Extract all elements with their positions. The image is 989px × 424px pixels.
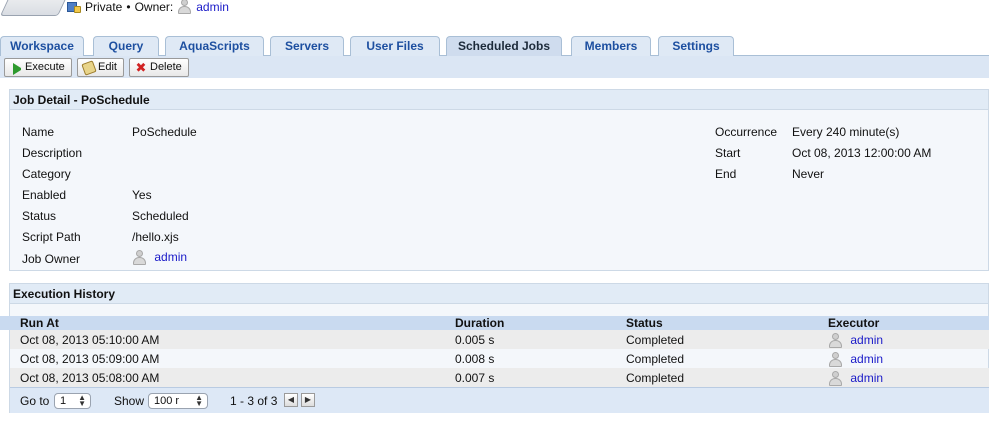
column-header-duration[interactable]: Duration [455,316,504,331]
field-label-start: Start [715,146,741,160]
tab-workspace[interactable]: Workspace [0,36,84,56]
chevron-left-icon: ◀ [287,395,295,404]
user-icon [177,0,192,14]
user-icon [132,250,147,266]
history-table-header: Run At Duration Status Executor [0,316,989,330]
goto-label: Go to [20,394,50,408]
field-label-occurrence: Occurrence [715,125,778,139]
cell-executor: admin [828,330,883,350]
field-label-enabled: Enabled [22,188,67,202]
execute-button-label: Execute [25,61,65,73]
field-value-script-path: /hello.xjs [132,230,179,244]
page-size-select[interactable]: 100 r ▲ ▼ [148,393,208,409]
page-range: 1 - 3 of 3 [230,394,278,408]
cell-run-at: Oct 08, 2013 05:09:00 AM [20,352,160,366]
tab-query[interactable]: Query [93,36,159,56]
top-strip: Private • Owner: admin [0,0,989,22]
table-row[interactable]: Oct 08, 2013 05:08:00 AM 0.007 s Complet… [10,368,989,387]
pager-footer: Go to 1 ▲ ▼ Show 100 r ▲ ▼ 1 - 3 of 3 ◀ ▶ [10,387,989,413]
cell-executor: admin [828,368,883,388]
execute-button[interactable]: Execute [4,58,72,77]
tab-user-files[interactable]: User Files [350,36,440,56]
field-value-occurrence: Every 240 minute(s) [792,125,900,139]
toolbar: Execute Edit ✖ Delete [0,56,989,78]
stepper-arrows-icon: ▲ ▼ [78,393,86,408]
delete-icon: ✖ [135,60,147,75]
delete-button[interactable]: ✖ Delete [129,58,189,77]
cell-run-at: Oct 08, 2013 05:08:00 AM [20,371,160,385]
table-row[interactable]: Oct 08, 2013 05:10:00 AM 0.005 s Complet… [10,330,989,349]
page-size-value: 100 r [154,395,180,407]
cell-status: Completed [626,333,685,347]
chevron-right-icon: ▶ [304,395,312,404]
user-icon [828,333,843,349]
owner-line: Private • Owner: admin [67,0,229,14]
tab-bar: Workspace Query AquaScripts Servers User… [0,34,989,56]
field-label-description: Description [22,146,83,160]
edit-button[interactable]: Edit [77,58,124,77]
private-lock-icon [67,1,81,13]
executor-link[interactable]: admin [850,352,883,366]
delete-button-label: Delete [150,61,182,73]
cell-duration: 0.008 s [455,352,495,366]
goto-page-select[interactable]: 1 ▲ ▼ [54,393,91,409]
execution-history-title: Execution History [10,284,988,304]
owner-link[interactable]: admin [196,0,229,14]
job-detail-title: Job Detail - PoSchedule [10,90,988,110]
user-icon [828,352,843,368]
field-value-start: Oct 08, 2013 12:00:00 AM [792,146,932,160]
cell-status: Completed [626,371,685,385]
table-row[interactable]: Oct 08, 2013 05:09:00 AM 0.008 s Complet… [10,349,989,368]
field-value-name: PoSchedule [132,125,197,139]
play-icon [13,63,25,75]
cell-duration: 0.005 s [455,333,495,347]
field-value-enabled: Yes [132,188,152,202]
tab-scheduled-jobs[interactable]: Scheduled Jobs [446,36,562,56]
edit-button-label: Edit [98,61,117,73]
field-value-status: Scheduled [132,209,189,223]
job-owner-link[interactable]: admin [154,250,187,264]
visibility-label: Private [85,0,123,14]
show-label: Show [114,394,145,408]
cell-status: Completed [626,352,685,366]
cell-run-at: Oct 08, 2013 05:10:00 AM [20,333,160,347]
next-page-button[interactable]: ▶ [301,393,315,407]
field-label-end: End [715,167,737,181]
tab-members[interactable]: Members [571,36,651,56]
executor-link[interactable]: admin [850,333,883,347]
folder-icon [0,0,72,16]
field-label-script-path: Script Path [22,230,81,244]
cell-duration: 0.007 s [455,371,495,385]
field-label-name: Name [22,125,55,139]
tab-servers[interactable]: Servers [270,36,344,56]
column-header-run-at[interactable]: Run At [20,316,59,331]
user-icon [828,371,843,387]
job-owner-value: admin [132,250,187,266]
field-label-job-owner: Job Owner [22,252,81,266]
stepper-arrows-icon: ▲ ▼ [195,393,203,408]
field-label-category: Category [22,167,71,181]
pencil-icon [81,60,97,76]
bullet-separator: • [126,0,131,14]
tab-settings[interactable]: Settings [658,36,734,56]
owner-label: Owner: [134,0,174,14]
field-label-status: Status [22,209,57,223]
column-header-status[interactable]: Status [626,316,663,331]
column-header-executor[interactable]: Executor [828,316,879,331]
cell-executor: admin [828,349,883,369]
field-value-end: Never [792,167,825,181]
tab-aquascripts[interactable]: AquaScripts [165,36,264,56]
prev-page-button[interactable]: ◀ [284,393,298,407]
goto-page-value: 1 [60,395,67,407]
executor-link[interactable]: admin [850,371,883,385]
